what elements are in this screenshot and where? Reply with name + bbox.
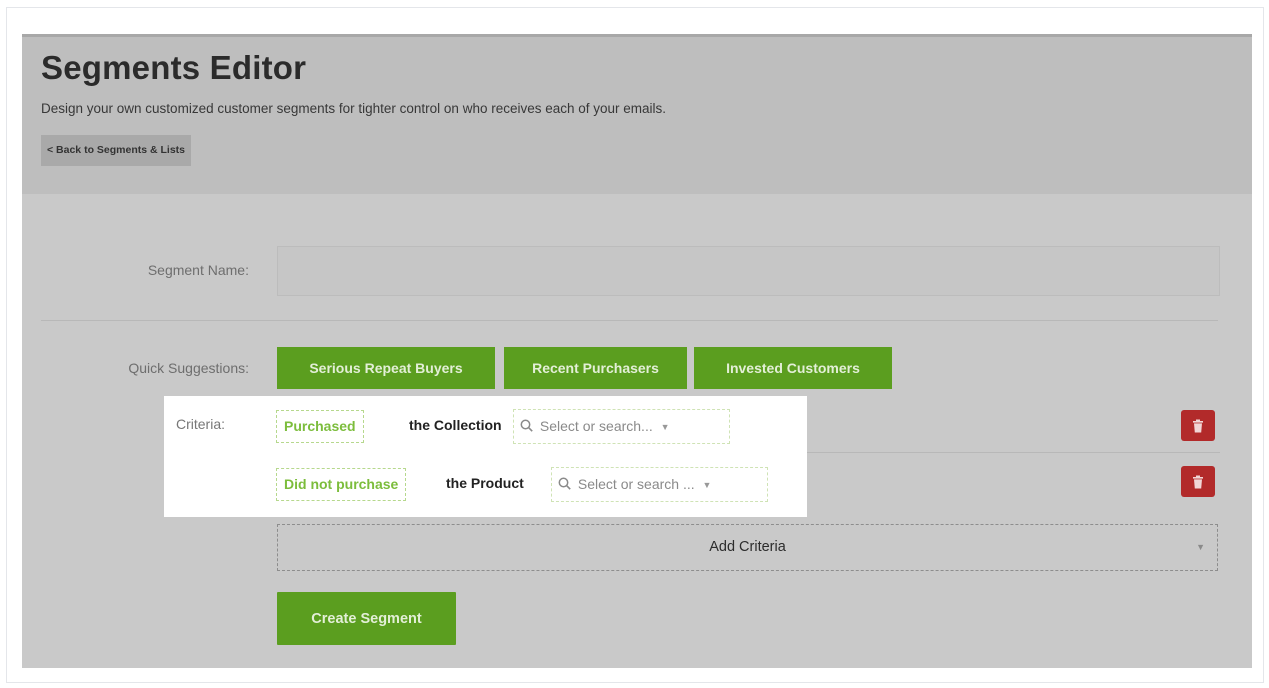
- criteria-highlight-panel: Criteria: Purchased the Collection Selec…: [164, 396, 807, 517]
- product-select[interactable]: Select or search ... ▼: [551, 467, 768, 502]
- criteria-condition-purchased[interactable]: Purchased: [276, 410, 364, 443]
- product-select-placeholder: Select or search ...: [577, 476, 695, 492]
- segment-name-input[interactable]: [277, 246, 1220, 296]
- page-header: Segments Editor Design your own customiz…: [22, 34, 1252, 194]
- chevron-down-icon: ▼: [660, 421, 670, 432]
- suggestion-recent-purchasers-button[interactable]: Recent Purchasers: [504, 347, 687, 389]
- delete-criteria-button[interactable]: [1181, 410, 1215, 441]
- add-criteria-label: Add Criteria: [709, 539, 786, 555]
- suggestion-invested-customers-button[interactable]: Invested Customers: [694, 347, 892, 389]
- page-subtitle: Design your own customized customer segm…: [41, 101, 667, 116]
- criteria-condition-did-not-purchase[interactable]: Did not purchase: [276, 468, 407, 501]
- search-icon: [520, 411, 536, 444]
- chevron-down-icon: ▼: [702, 479, 712, 490]
- criteria-target-collection: the Collection: [409, 417, 502, 433]
- page: Segments Editor Design your own customiz…: [0, 0, 1269, 688]
- segment-name-label: Segment Name:: [147, 262, 249, 278]
- segments-editor-app: Segments Editor Design your own customiz…: [22, 34, 1252, 668]
- trash-icon: [1181, 475, 1215, 489]
- search-icon: [558, 469, 574, 502]
- criteria-target-product: the Product: [446, 475, 524, 491]
- trash-icon: [1181, 419, 1215, 433]
- add-criteria-dropdown[interactable]: Add Criteria ▼: [277, 524, 1218, 571]
- page-title: Segments Editor: [41, 49, 307, 86]
- create-segment-button[interactable]: Create Segment: [277, 592, 456, 645]
- suggestion-serious-repeat-buyers-button[interactable]: Serious Repeat Buyers: [277, 347, 495, 389]
- delete-criteria-button[interactable]: [1181, 466, 1215, 497]
- collection-select[interactable]: Select or search... ▼: [513, 409, 730, 444]
- quick-suggestions-label: Quick Suggestions:: [128, 360, 249, 376]
- criteria-label: Criteria:: [176, 416, 226, 432]
- form-divider: [41, 320, 1218, 321]
- chevron-down-icon: ▼: [1196, 542, 1205, 552]
- collection-select-placeholder: Select or search...: [539, 418, 653, 434]
- back-to-segments-button[interactable]: < Back to Segments & Lists: [41, 135, 192, 166]
